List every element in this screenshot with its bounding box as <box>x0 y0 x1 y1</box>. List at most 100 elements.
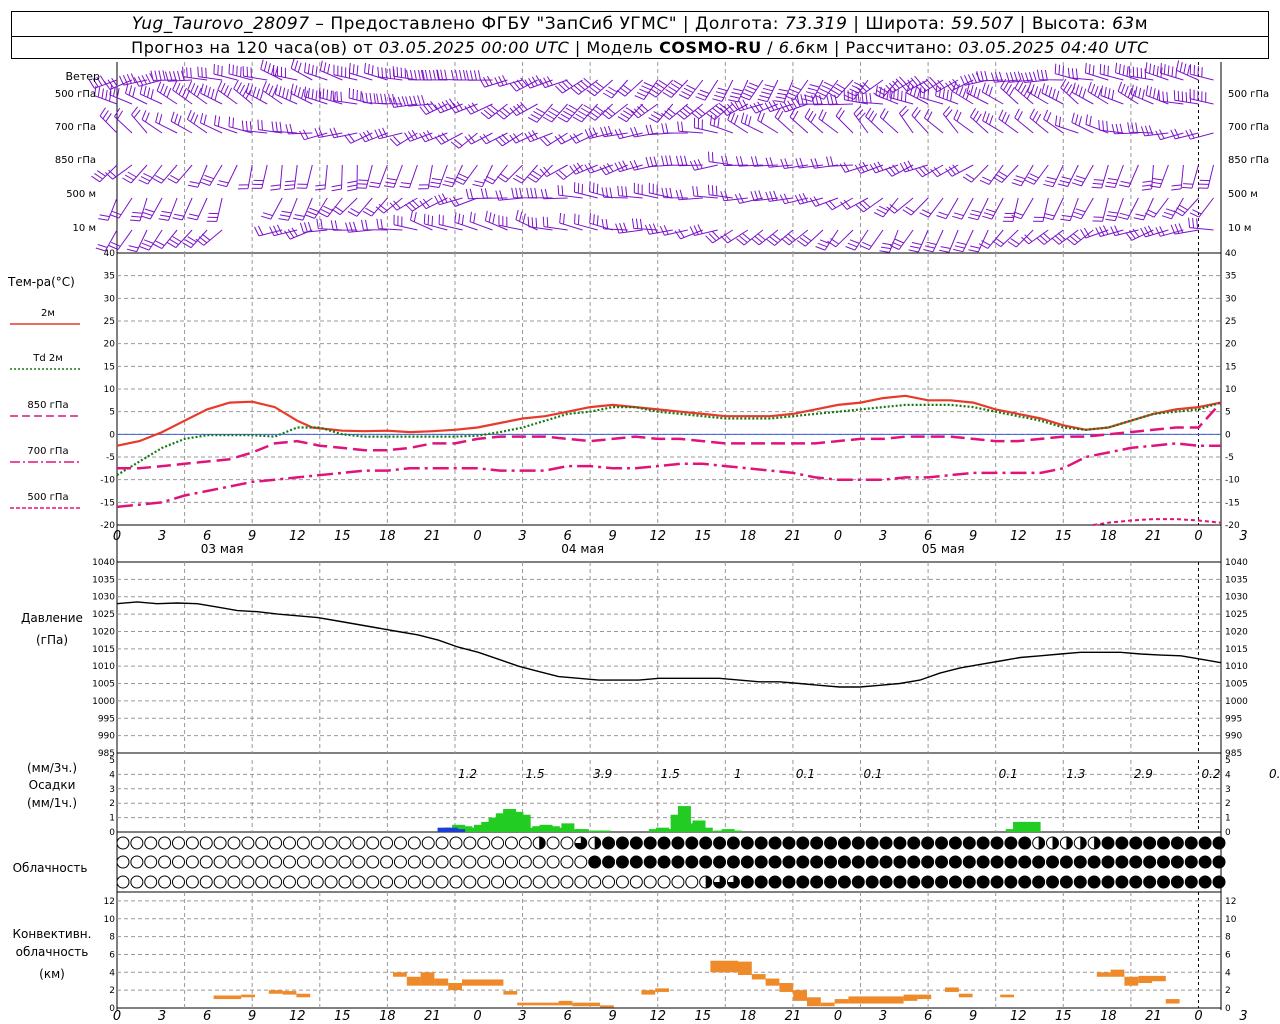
time-tick-label: 21 <box>424 1009 441 1024</box>
wind-barb <box>614 128 643 140</box>
wind-barb <box>512 164 538 184</box>
cloud-icon <box>380 855 394 869</box>
wind-barb <box>1036 229 1064 245</box>
cloud-icon <box>713 836 727 850</box>
precip-total-label: 0.1 <box>863 767 882 781</box>
wind-barb <box>98 197 118 221</box>
cloud-icon <box>130 855 144 869</box>
cloud-icon <box>310 836 324 850</box>
wind-barb <box>750 156 778 167</box>
wind-barb <box>826 156 854 167</box>
convective-bar <box>807 997 821 1007</box>
wind-barb <box>857 92 884 105</box>
wind-barb <box>757 110 779 134</box>
cloud-icon <box>199 855 213 869</box>
convective-bar <box>434 978 449 986</box>
wind-barb <box>542 103 568 123</box>
cloud-icon <box>879 875 893 889</box>
wind-barb <box>362 197 388 217</box>
wind-barb <box>1117 197 1139 220</box>
cloud-icon <box>532 875 546 889</box>
convective-tick-left: 10 <box>104 915 116 925</box>
wind-barb <box>345 221 373 233</box>
wind-barb <box>879 229 899 253</box>
cloud-icon <box>643 875 657 889</box>
cloud-cover-layer <box>116 836 1226 889</box>
time-tick-label: 15 <box>334 1009 351 1024</box>
cloud-icon <box>1157 855 1171 869</box>
wind-barb <box>720 229 749 244</box>
wind-barb <box>942 106 959 134</box>
cloud-icon <box>976 875 990 889</box>
cloud-icon <box>199 875 213 889</box>
wind-barb <box>774 108 794 134</box>
cloud-icon <box>171 836 185 850</box>
cloud-icon <box>171 855 185 869</box>
convective-bar <box>241 994 255 998</box>
cloud-icon <box>935 875 949 889</box>
time-tick-label: 3 <box>879 1009 887 1024</box>
cloud-icon <box>269 836 283 850</box>
cloud-icon <box>851 875 865 889</box>
wind-barb <box>898 105 914 134</box>
wind-barb <box>981 82 1004 105</box>
wind-barb <box>511 187 538 199</box>
time-tick-label: 18 <box>379 529 396 544</box>
wind-barb <box>484 210 508 231</box>
wind-barb <box>859 229 884 251</box>
wind-barb <box>708 151 733 166</box>
wind-barb <box>569 162 598 175</box>
wind-barb <box>1054 63 1079 81</box>
cloud-icon <box>366 836 380 850</box>
wind-barb <box>217 80 238 105</box>
cloud-icon <box>615 875 629 889</box>
wind-barb <box>1041 83 1064 105</box>
wind-barb <box>774 79 794 103</box>
cloud-icon <box>796 855 810 869</box>
wind-barb <box>1181 164 1199 189</box>
date-label: 03 мая <box>201 542 244 556</box>
wind-barb <box>344 132 373 144</box>
cloud-icon <box>269 855 283 869</box>
wind-barb <box>875 85 899 105</box>
cloud-icon <box>310 855 324 869</box>
wind-barb <box>331 197 358 216</box>
cloud-icon <box>546 855 560 869</box>
precip-tick-left: 2 <box>109 799 115 809</box>
wind-barb <box>480 188 508 199</box>
cloud-icon <box>449 836 463 850</box>
pressure-tick-left: 1010 <box>92 662 115 672</box>
cloud-icon <box>477 875 491 889</box>
cloud-icon <box>935 836 949 850</box>
wind-barb <box>393 214 418 231</box>
time-tick-label: 15 <box>334 529 351 544</box>
wind-barb <box>840 197 869 210</box>
wind-barb <box>617 185 643 199</box>
cloud-icon <box>893 875 907 889</box>
wind-barb <box>509 101 538 117</box>
cloud-icon <box>1115 855 1129 869</box>
precip-total-label: 2.9 <box>1134 767 1153 781</box>
cloud-icon <box>518 836 532 850</box>
wind-barb <box>156 81 178 105</box>
wind-barb <box>735 156 763 167</box>
temp-legend-label: 850 гПа <box>27 400 68 411</box>
cloud-icon <box>976 836 990 850</box>
time-tick-label: 0 <box>834 529 842 544</box>
cloud-icon <box>504 875 518 889</box>
cloud-icon <box>435 836 449 850</box>
wind-barb <box>586 103 614 121</box>
wind-barb <box>314 127 343 138</box>
time-tick-label: 18 <box>379 1009 396 1024</box>
cloud-icon <box>185 875 199 889</box>
cloud-icon-partial <box>1094 837 1101 849</box>
temp-tick-left: 10 <box>104 385 116 395</box>
wind-barb <box>659 225 688 236</box>
pressure-tick-right: 1000 <box>1225 697 1248 707</box>
convective-bar <box>393 972 407 977</box>
temp-title: Тем-ра(°C) <box>7 275 75 289</box>
pressure-tick-left: 990 <box>98 732 115 742</box>
wind-barb <box>1021 229 1049 245</box>
wind-barb <box>108 229 133 250</box>
wind-barb <box>1024 164 1049 185</box>
